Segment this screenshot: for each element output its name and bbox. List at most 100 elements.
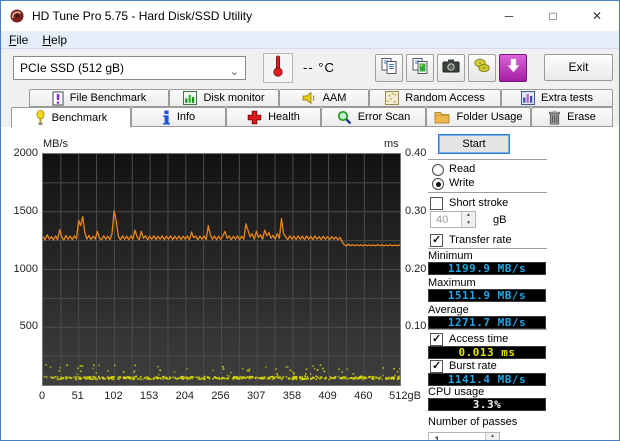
- temperature-button[interactable]: [263, 53, 293, 83]
- burst-rate-checkbox[interactable]: [430, 359, 443, 373]
- minimum-value: 1199.9 MB/s: [428, 262, 546, 275]
- drive-select[interactable]: PCIe SSD (512 gB) ⌄: [13, 56, 246, 80]
- random-access-icon: [385, 91, 400, 105]
- tab-random-access[interactable]: Random Access: [369, 89, 501, 107]
- tab-folder-usage[interactable]: Folder Usage: [426, 107, 531, 127]
- window-title: HD Tune Pro 5.75 - Hard Disk/SSD Utility: [32, 9, 253, 23]
- chevron-down-icon: ⌄: [229, 66, 239, 78]
- access-time-label: Access time: [449, 333, 509, 345]
- x-axis-tick: 460: [354, 390, 373, 402]
- disks-button[interactable]: [468, 54, 496, 82]
- tab-label: Health: [268, 111, 300, 123]
- y-axis-tick: 1000: [13, 262, 38, 275]
- tab-health[interactable]: Health: [226, 107, 321, 127]
- tab-label: Error Scan: [357, 111, 411, 123]
- short-stroke-unit: gB: [493, 214, 507, 226]
- left-axis-unit: MB/s: [43, 138, 69, 150]
- up-arrow-icon[interactable]: ▲: [486, 433, 499, 440]
- tab-file-benchmark[interactable]: File Benchmark: [29, 89, 169, 107]
- trash-icon: [548, 110, 561, 125]
- x-axis-tick: 307: [247, 390, 266, 402]
- secondary-tab-row: File Benchmark Disk monitor AAM Random Acce…: [1, 89, 619, 107]
- file-benchmark-icon: [52, 91, 64, 106]
- average-label: Average: [428, 304, 469, 316]
- burst-rate-value: 1141.4 MB/s: [428, 373, 546, 386]
- start-button[interactable]: Start: [438, 134, 510, 154]
- x-axis-tick: 358: [282, 390, 302, 402]
- cpu-usage-label: CPU usage: [428, 386, 485, 398]
- stepper-arrows[interactable]: ▲▼: [485, 433, 499, 440]
- tab-label: Info: [176, 111, 196, 123]
- app-icon: [9, 8, 25, 24]
- separator: [428, 329, 547, 331]
- access-time-value: 0.013 ms: [428, 346, 546, 359]
- tab-label: AAM: [322, 92, 347, 104]
- maximum-label: Maximum: [428, 277, 476, 289]
- access-time-checkbox[interactable]: [430, 332, 443, 346]
- short-stroke-stepper[interactable]: 40 ▲ ▼: [430, 211, 476, 228]
- app-window: HD Tune Pro 5.75 - Hard Disk/SSD Utility…: [0, 0, 620, 441]
- stepper-arrows[interactable]: ▲▼: [461, 212, 475, 227]
- y-axis-tick: 2000: [13, 147, 38, 159]
- tab-label: Random Access: [405, 92, 485, 104]
- y-axis-tick: 500: [19, 320, 38, 333]
- benchmark-icon: [35, 109, 46, 126]
- tab-benchmark[interactable]: Benchmark: [11, 107, 131, 128]
- down-arrow-icon[interactable]: ▼: [462, 219, 475, 227]
- tab-label: Folder Usage: [456, 111, 523, 123]
- copy-text-button[interactable]: [375, 54, 403, 82]
- write-radio[interactable]: [432, 178, 444, 190]
- error-scan-icon: [337, 110, 352, 125]
- benchmark-panel: MB/s ms 2000 1500 1000 500 0.40 0.30 0.20 0.10 0…: [1, 127, 619, 441]
- x-axis-tick: 51: [71, 390, 84, 402]
- passes-value: 1: [434, 435, 441, 441]
- menu-help[interactable]: Help: [42, 33, 67, 47]
- average-value: 1271.7 MB/s: [428, 316, 546, 329]
- tab-label: Disk monitor: [203, 92, 265, 104]
- tab-error-scan[interactable]: Error Scan: [321, 107, 426, 127]
- y2-axis-tick: 0.40: [405, 147, 427, 159]
- passes-stepper[interactable]: 1 ▲▼: [428, 432, 500, 441]
- disk-monitor-icon: [183, 91, 198, 105]
- screenshot-button[interactable]: [437, 54, 465, 82]
- extra-tests-icon: [521, 91, 536, 105]
- up-arrow-icon[interactable]: ▲: [462, 212, 475, 220]
- tab-label: Extra tests: [541, 92, 593, 104]
- tab-disk-monitor[interactable]: Disk monitor: [169, 89, 279, 107]
- download-button[interactable]: [499, 54, 527, 82]
- x-axis-tick: 512gB: [389, 390, 421, 402]
- primary-tab-row: Benchmark Info Health Error Scan Folder Usag…: [1, 107, 619, 128]
- passes-label: Number of passes: [428, 416, 518, 428]
- toolbar: PCIe SSD (512 gB) ⌄ -- °C Exit: [1, 49, 619, 89]
- exit-button[interactable]: Exit: [544, 54, 613, 81]
- tab-label: File Benchmark: [69, 92, 147, 104]
- x-axis-tick: 256: [211, 390, 230, 402]
- minimize-button[interactable]: ─: [487, 1, 531, 31]
- short-stroke-label: Short stroke: [449, 197, 509, 209]
- copy-image-button[interactable]: [406, 54, 434, 82]
- titlebar: HD Tune Pro 5.75 - Hard Disk/SSD Utility…: [1, 1, 619, 31]
- health-icon: [247, 110, 262, 125]
- tab-label: Benchmark: [51, 111, 108, 124]
- close-button[interactable]: ✕: [575, 1, 619, 31]
- maximum-value: 1511.9 MB/s: [428, 289, 546, 302]
- tab-info[interactable]: Info: [131, 107, 226, 127]
- menu-file[interactable]: File: [9, 33, 28, 47]
- cpu-usage-value: 3.3%: [428, 398, 546, 411]
- transfer-rate-label: Transfer rate: [449, 234, 512, 246]
- short-stroke-checkbox[interactable]: [430, 197, 443, 210]
- read-label: Read: [449, 163, 476, 175]
- thermometer-icon: [272, 54, 284, 83]
- tab-aam[interactable]: AAM: [279, 89, 369, 107]
- info-icon: [162, 110, 171, 125]
- tab-extra-tests[interactable]: Extra tests: [501, 89, 613, 107]
- copy-pages-icon: [380, 57, 398, 80]
- folder-icon: [434, 110, 450, 124]
- minimum-label: Minimum: [428, 250, 473, 262]
- read-radio[interactable]: [432, 164, 444, 176]
- separator: [428, 192, 547, 194]
- write-label: Write: [449, 177, 475, 189]
- transfer-rate-checkbox[interactable]: [430, 233, 443, 247]
- tab-erase[interactable]: Erase: [531, 107, 613, 127]
- maximize-button[interactable]: □: [531, 1, 575, 31]
